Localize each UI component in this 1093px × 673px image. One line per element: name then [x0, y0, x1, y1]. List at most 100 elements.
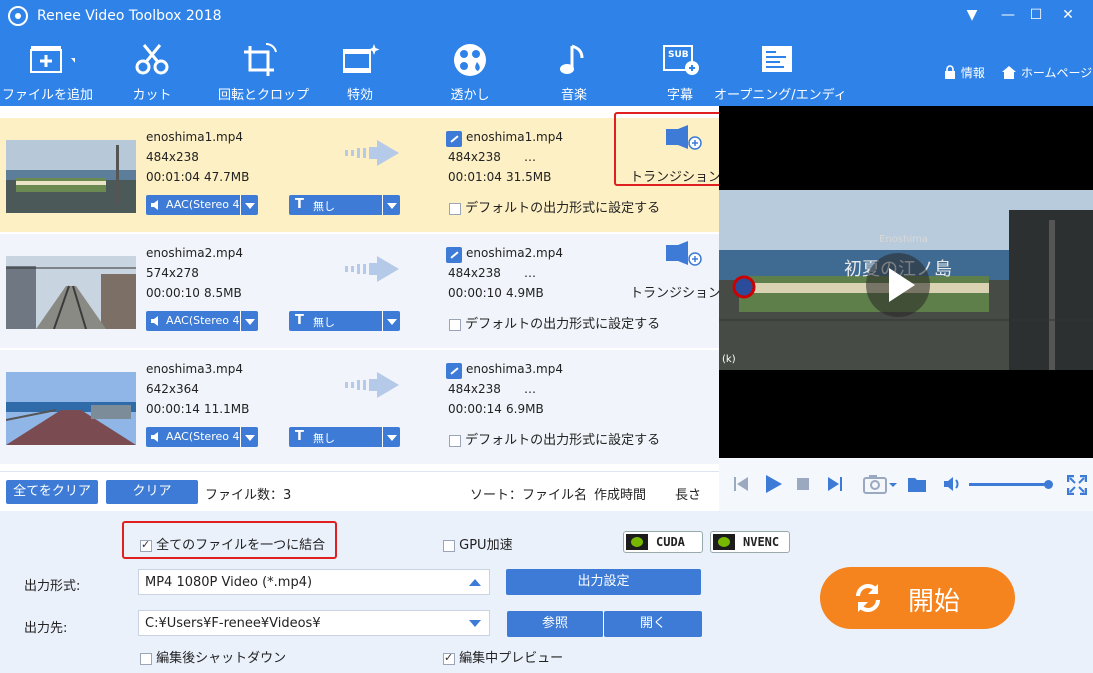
subtitle-dropdown[interactable]: T 無し [289, 195, 400, 215]
app-title: Renee Video Toolbox 2018 [37, 8, 222, 24]
output-more[interactable]: … [524, 382, 536, 396]
video-thumbnail[interactable] [6, 256, 136, 329]
checkbox-box[interactable] [140, 652, 152, 665]
edit-output-icon[interactable] [446, 131, 462, 147]
format-label: 出力形式: [24, 579, 81, 594]
opening-ending-button[interactable]: オープニング/エンディ [714, 42, 847, 103]
preview-while-editing-checkbox[interactable]: 編集中プレビュー [443, 647, 563, 666]
output-settings-button[interactable]: 出力設定 [506, 569, 701, 595]
sort-by-filename[interactable]: ソート：ファイル名 [470, 484, 587, 503]
clear-button[interactable]: クリア [106, 480, 198, 504]
subtitle-dropdown[interactable]: T 無し [289, 311, 400, 331]
output-filename: enoshima2.mp4 [466, 246, 563, 260]
default-format-label: デフォルトの出力形式に設定する [465, 201, 661, 216]
output-format-value: MP4 1080P Video (*.mp4) [145, 575, 313, 590]
checkbox-box[interactable] [443, 651, 455, 665]
info-link[interactable]: 情報 [943, 64, 985, 81]
audio-track-dropdown[interactable]: AAC(Stereo 4 [146, 195, 258, 215]
clear-all-button[interactable]: 全てをクリア [6, 480, 98, 504]
output-folder-select[interactable]: C:¥Users¥F-renee¥Videos¥ [138, 610, 490, 636]
maximize-button[interactable]: ☐ [1026, 5, 1046, 25]
toolbar-label-music: 音楽 [560, 88, 587, 103]
toolbar-label-rotate-crop: 回転とクロップ [218, 88, 310, 103]
subtitle-dropdown[interactable]: T 無し [289, 427, 400, 447]
cut-button[interactable]: カット [122, 42, 182, 103]
play-icon[interactable] [763, 474, 783, 494]
edit-output-icon[interactable] [446, 363, 462, 379]
file-row[interactable]: enoshima2.mp4 574x278 00:00:10 8.5MB eno… [0, 234, 719, 348]
start-label: 開始 [908, 587, 961, 617]
browse-button[interactable]: 参照 [507, 611, 604, 637]
gpu-checkbox[interactable]: GPU加速 [443, 534, 513, 553]
shutdown-label: 編集後シャットダウン [156, 651, 287, 666]
start-button[interactable]: 開始 [820, 567, 1015, 629]
volume-icon[interactable] [943, 476, 961, 492]
nvidia-logo-icon [626, 534, 648, 550]
sort-by-created[interactable]: 作成時間 [594, 484, 646, 503]
add-file-button[interactable]: ファイルを追加 [2, 42, 93, 103]
minimize-button[interactable]: — [998, 5, 1018, 25]
shutdown-checkbox[interactable]: 編集後シャットダウン [140, 647, 286, 666]
checkbox-box[interactable] [140, 538, 152, 552]
merge-checkbox[interactable]: 全てのファイルを一つに結合 [140, 534, 325, 553]
checkbox-box[interactable] [449, 434, 461, 447]
default-format-checkbox[interactable]: デフォルトの出力形式に設定する [449, 197, 660, 216]
video-thumbnail[interactable] [6, 372, 136, 445]
menu-dropdown-button[interactable]: ▼ [962, 5, 982, 25]
subtitle-value: 無し [313, 432, 335, 445]
previous-icon[interactable] [733, 476, 749, 492]
output-resolution: 484x238 [448, 150, 501, 164]
transition-icon[interactable] [663, 240, 703, 266]
file-row[interactable]: enoshima1.mp4 484x238 00:01:04 47.7MB en… [0, 118, 719, 232]
checkbox-box[interactable] [443, 539, 455, 552]
effects-icon [343, 44, 380, 73]
transition-label[interactable]: トランジション無 [630, 282, 719, 301]
output-more[interactable]: … [524, 266, 536, 280]
toolbar-label-opening-ending: オープニング/エンディ [714, 88, 847, 103]
rotate-crop-button[interactable]: 回転とクロップ [218, 42, 310, 103]
speaker-icon [151, 200, 158, 210]
music-button[interactable]: 音楽 [544, 42, 604, 103]
default-format-checkbox[interactable]: デフォルトの出力形式に設定する [449, 429, 660, 448]
subtitle-icon: SUB [663, 45, 699, 75]
output-duration: 00:00:14 [448, 402, 502, 416]
source-size: 8.5MB [204, 286, 242, 300]
output-resolution: 484x238 [448, 266, 501, 280]
file-list: enoshima1.mp4 484x238 00:01:04 47.7MB en… [0, 106, 719, 471]
destination-label: 出力先: [24, 621, 68, 636]
output-duration: 00:01:04 [448, 170, 502, 184]
output-more[interactable]: … [524, 150, 536, 164]
volume-knob[interactable] [1044, 480, 1054, 489]
folder-icon[interactable] [907, 475, 927, 493]
open-folder-button[interactable]: 開く [604, 611, 702, 637]
output-format-select[interactable]: MP4 1080P Video (*.mp4) [138, 569, 490, 595]
volume-slider[interactable] [969, 480, 1054, 489]
video-thumbnail[interactable] [6, 140, 136, 213]
fullscreen-icon[interactable] [1067, 475, 1087, 495]
close-button[interactable]: ✕ [1058, 5, 1078, 25]
file-row[interactable]: enoshima3.mp4 642x364 00:00:14 11.1MB en… [0, 350, 719, 464]
audio-track-dropdown[interactable]: AAC(Stereo 4 [146, 427, 258, 447]
file-count: ファイル数：3 [205, 488, 292, 503]
homepage-link[interactable]: ホームページ [1001, 64, 1092, 81]
sort-by-length[interactable]: 長さ [675, 484, 701, 503]
main-toolbar: ファイルを追加 カット 回転とクロップ 特効 透かし 音楽 SUB 字幕 オープ… [0, 32, 1093, 106]
effects-button[interactable]: 特効 [330, 42, 390, 103]
edit-output-icon[interactable] [446, 247, 462, 263]
chevron-down-icon [240, 195, 258, 215]
checkbox-box[interactable] [449, 318, 461, 331]
snapshot-icon[interactable] [863, 474, 899, 494]
next-icon[interactable] [827, 476, 843, 492]
watermark-button[interactable]: 透かし [440, 42, 500, 103]
stop-icon[interactable] [797, 478, 809, 490]
output-size: 6.9MB [506, 402, 544, 416]
list-footer: 全てをクリア クリア ファイル数：3 ソート：ファイル名 作成時間 長さ [0, 471, 719, 511]
default-format-checkbox[interactable]: デフォルトの出力形式に設定する [449, 313, 660, 332]
subtitle-button[interactable]: SUB 字幕 [650, 42, 710, 103]
default-format-label: デフォルトの出力形式に設定する [465, 433, 661, 448]
audio-track-dropdown[interactable]: AAC(Stereo 4 [146, 311, 258, 331]
play-overlay-icon[interactable] [865, 252, 931, 318]
video-preview[interactable]: Enoshima 初夏の江ノ島 (k) [719, 106, 1093, 458]
checkbox-box[interactable] [449, 202, 461, 215]
merge-label: 全てのファイルを一つに結合 [156, 538, 326, 553]
